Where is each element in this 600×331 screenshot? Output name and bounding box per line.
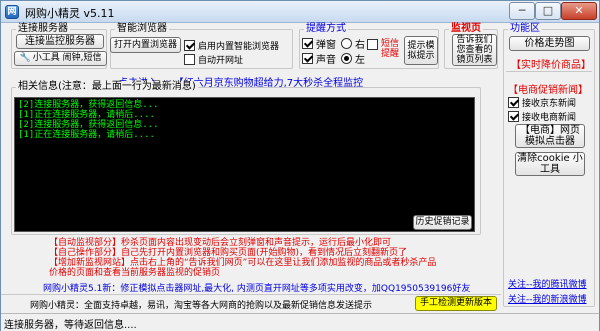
radio-right-label: 右 xyxy=(355,40,365,51)
footer-info-text: 网购小精灵：全面支持卓越，易讯，淘宝等各大网商的抢购以及最新促销信息发送提示 xyxy=(30,301,373,311)
app-window: 网 网购小精灵 v5.11 ─ □ ✕ 连接服务器 连接监控服务器 🔧 小工具 … xyxy=(0,0,600,331)
note-line: 价格的页面和查看当前服务器监视的促销页 xyxy=(49,268,221,278)
sn-news-label: 接收电商新闻 xyxy=(522,113,577,123)
tools-button-label: 小工具 闹钟,短信 xyxy=(32,53,102,64)
web-clicker-button[interactable]: 【电商】网页模拟点击器 xyxy=(515,124,585,148)
auto-open-checkbox[interactable]: 自动开网址 xyxy=(184,53,243,66)
feature-group-title: 功能区 xyxy=(508,23,542,35)
promo-news-title: 【电商促销新闻】 xyxy=(508,85,588,96)
sound-check[interactable] xyxy=(302,53,313,64)
note-line: 【自己操作部分】自己先打开内置浏览器和购买页面(开始购物)，看到情况后立刻翻新页… xyxy=(49,248,408,258)
qq-contact-line: 网购小精灵5.1新：修正模拟点击器网址,最大化, 内测页直开网址等多项实用改变，… xyxy=(43,284,471,294)
radio-left-dot[interactable] xyxy=(341,53,352,64)
popup-label: 弹窗 xyxy=(316,40,336,51)
history-promo-button[interactable]: 历史促销记录 xyxy=(413,215,472,230)
note-line: 【增加新监视网站】点击右上角的“告诉我们网页”可以在这里让我们添加监视的商品或者… xyxy=(49,258,437,268)
sound-label: 声音 xyxy=(316,55,336,66)
remind-group-title: 提醒方式 xyxy=(304,23,348,35)
tencent-weibo-link[interactable]: 关注--我的腾讯微博 xyxy=(508,277,587,290)
browser-group-title: 智能浏览器 xyxy=(115,23,169,35)
enable-browser-check[interactable] xyxy=(184,40,195,51)
sound-checkbox[interactable]: 声音 xyxy=(302,51,336,66)
popup-checkbox[interactable]: 弹窗 xyxy=(302,36,336,51)
window-title: 网购小精灵 v5.11 xyxy=(25,7,115,20)
open-browser-button[interactable]: 打开内置浏览器 xyxy=(110,37,181,53)
radio-left[interactable]: 左 xyxy=(341,51,365,66)
enable-browser-checkbox[interactable]: 启用内置智能浏览器 xyxy=(184,39,279,52)
demo-notify-button[interactable]: 提示模拟提示 xyxy=(404,36,438,65)
status-text: 连接服务器，等待返回信息.... xyxy=(4,320,137,331)
tools-icon: 🔧 xyxy=(19,53,31,64)
minimize-button[interactable]: ─ xyxy=(509,2,535,20)
maximize-button[interactable]: □ xyxy=(535,2,561,20)
radio-left-label: 左 xyxy=(355,55,365,66)
auto-open-label: 自动开网址 xyxy=(198,56,244,66)
jd-news-checkbox[interactable]: 接收京东新闻 xyxy=(508,96,576,109)
clear-cookie-button[interactable]: 清除cookie 小工具 xyxy=(515,152,585,176)
tools-button[interactable]: 🔧 小工具 闹钟,短信 xyxy=(14,51,107,66)
footer-divider xyxy=(1,294,501,295)
sms-checkbox[interactable]: 短信提醒 xyxy=(367,39,403,59)
console-line: [2]连接服务器，获得返回信息... xyxy=(18,100,159,110)
auto-open-check[interactable] xyxy=(184,54,195,65)
sina-weibo-link[interactable]: 关注--我的新浪微博 xyxy=(508,292,587,305)
radio-right[interactable]: 右 xyxy=(341,36,365,51)
sms-label: 短信提醒 xyxy=(381,39,400,59)
realtime-price-drop-link[interactable]: 【实时降价商品】 xyxy=(511,56,591,71)
message-console[interactable]: [2]连接服务器，获得返回信息... [1]正在连接服务器，请稍后.... [2… xyxy=(14,97,475,232)
sms-check[interactable] xyxy=(367,39,378,50)
status-bar: 连接服务器，等待返回信息.... xyxy=(1,313,599,331)
monitor-list-button[interactable]: 告诉我们您查看的镜页列表 xyxy=(452,34,497,66)
check-update-button[interactable]: 手工检测更新版本 xyxy=(415,296,497,311)
feature-divider xyxy=(506,71,592,72)
console-line: [1]正在连接服务器，请稍后.... xyxy=(18,130,155,140)
jd-news-check[interactable] xyxy=(508,97,519,108)
note-line: 【自动监视部分】秒杀页面内容出现变动后会立刻弹窗和声音提示，运行后最小化即可 xyxy=(49,238,392,248)
price-trend-button[interactable]: 价格走势图 xyxy=(509,36,590,51)
console-line: [1]正在连接服务器，请稍后.... xyxy=(18,110,155,120)
sn-news-check[interactable] xyxy=(508,111,519,122)
connect-monitor-button[interactable]: 连接监控服务器 xyxy=(16,34,104,49)
enable-browser-label: 启用内置智能浏览器 xyxy=(198,42,280,52)
sn-news-checkbox[interactable]: 接收电商新闻 xyxy=(508,110,576,123)
app-logo-icon: 网 xyxy=(5,5,19,19)
radio-right-dot[interactable] xyxy=(341,38,352,49)
title-bar[interactable]: 网 网购小精灵 v5.11 ─ □ ✕ xyxy=(1,1,599,23)
info-group-title: 相关信息(注意：最上面一行为最新消息) xyxy=(16,81,198,93)
console-line: [2]连接服务器，获得返回信息... xyxy=(18,120,159,130)
jd-news-label: 接收京东新闻 xyxy=(522,99,577,109)
popup-check[interactable] xyxy=(302,38,313,49)
close-button[interactable]: ✕ xyxy=(561,2,597,20)
